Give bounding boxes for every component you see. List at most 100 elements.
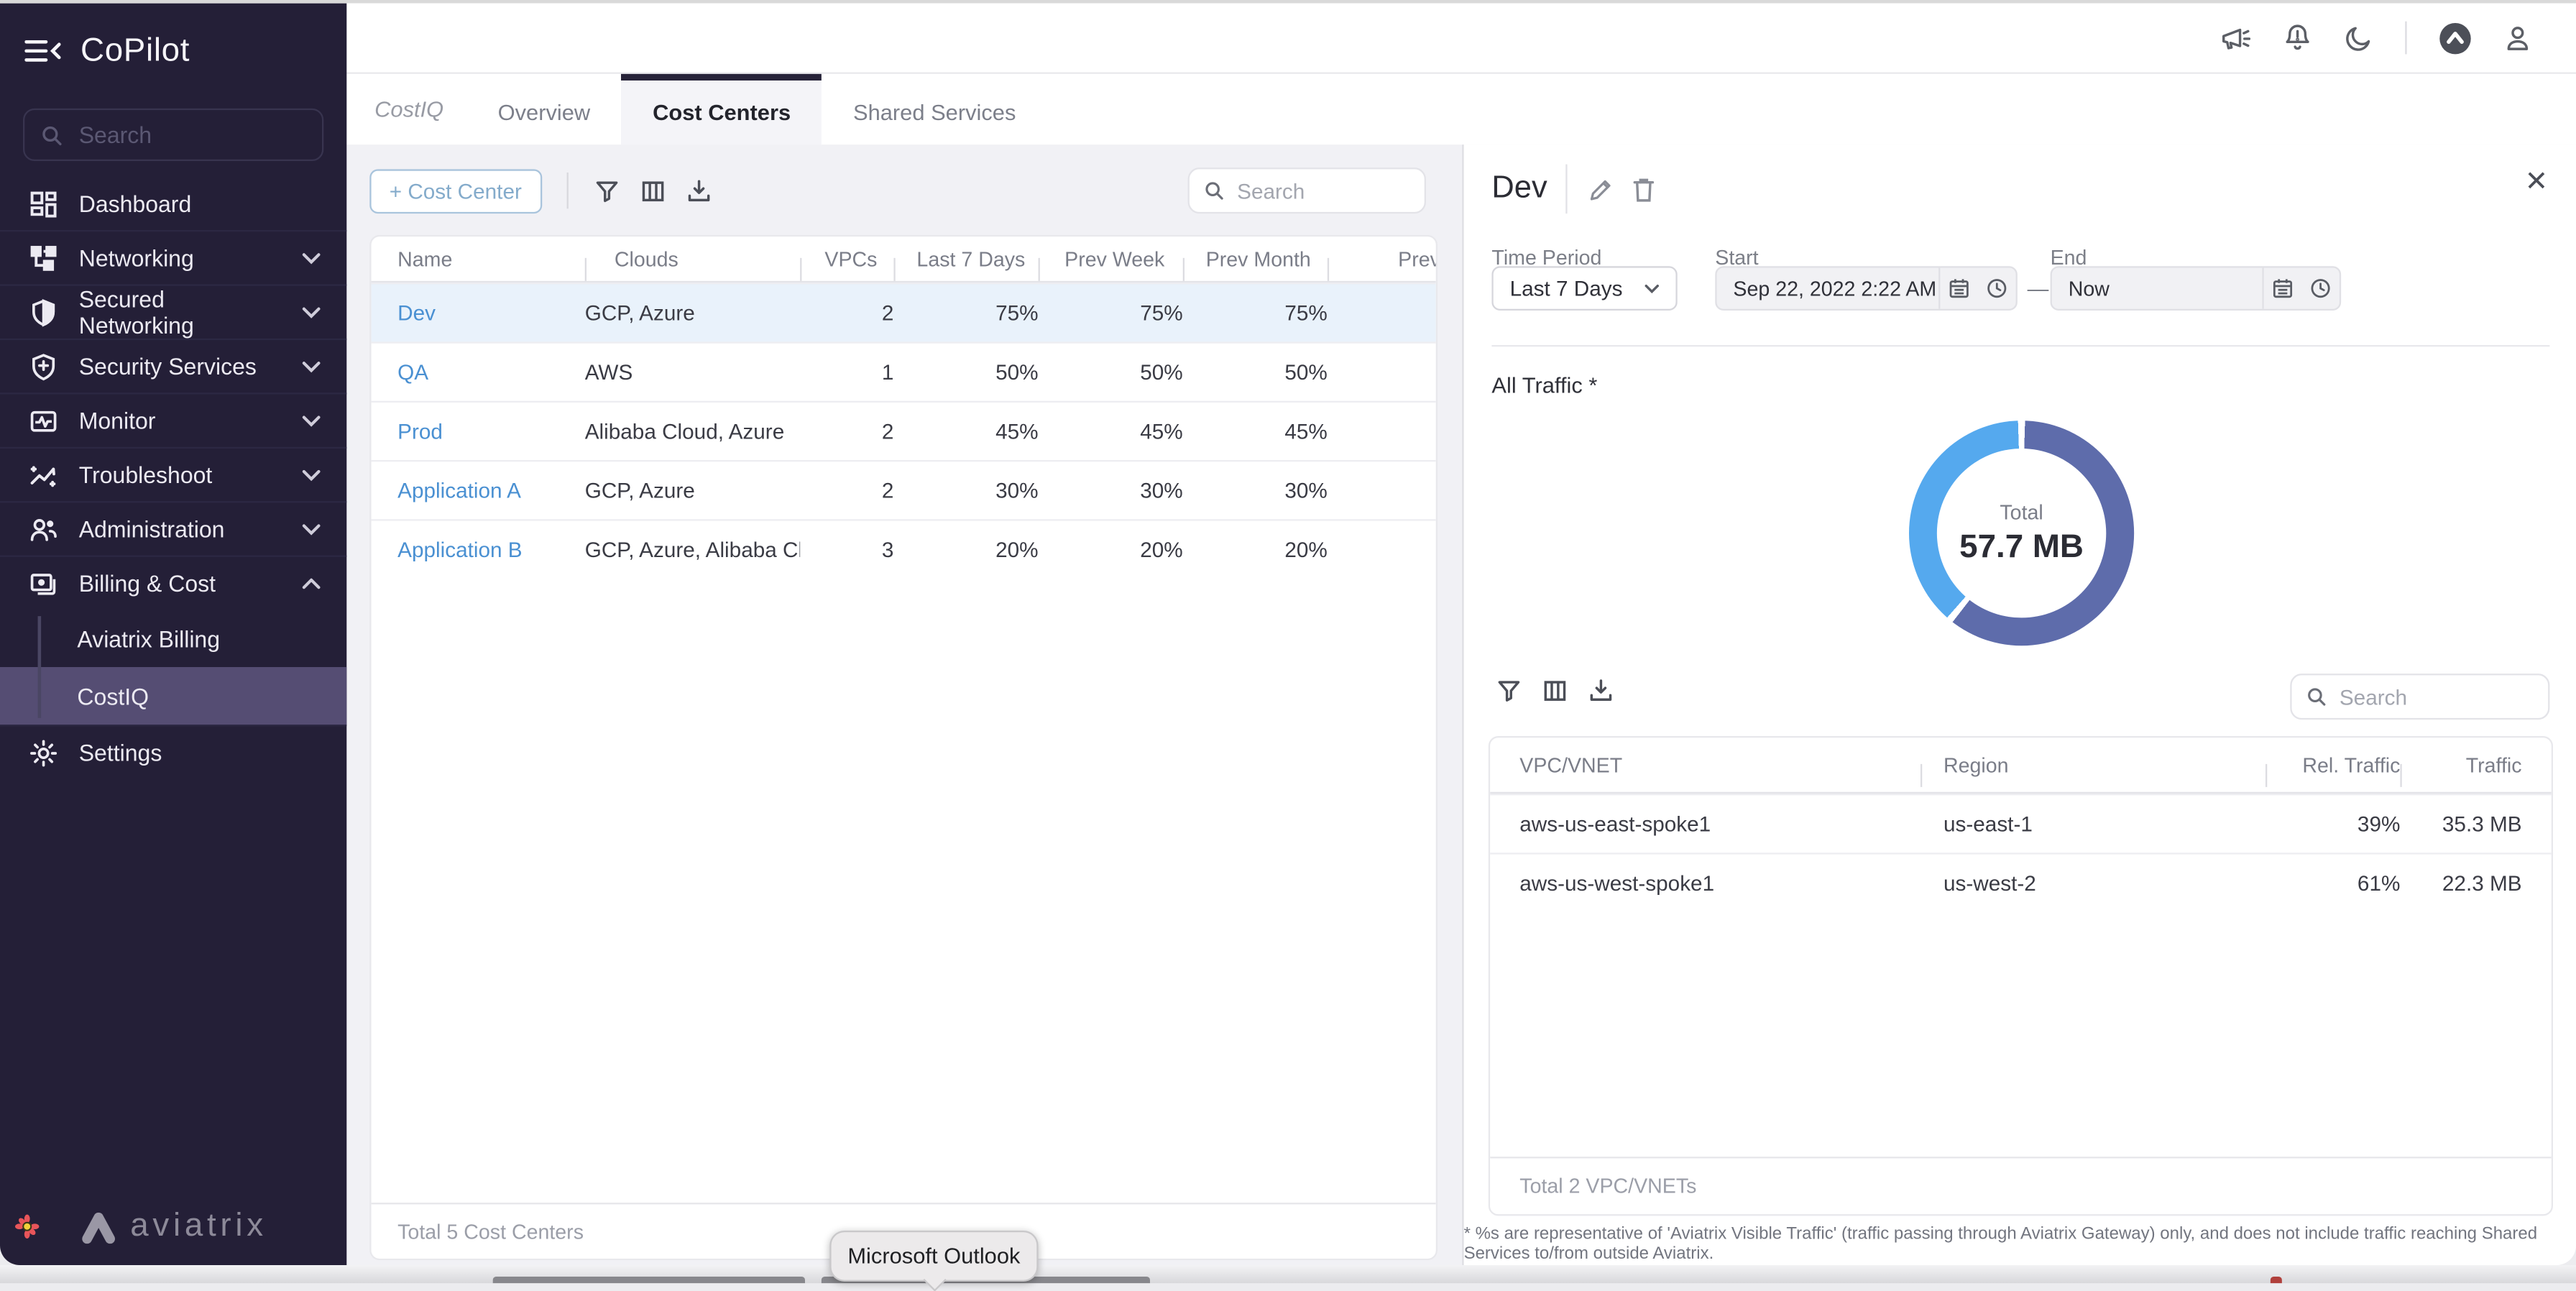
- column-header-name[interactable]: Name: [372, 247, 585, 270]
- cell-clouds: GCP, Azure, Alibaba Cloud: [585, 537, 800, 561]
- cell-last-7-days: 45%: [893, 419, 1038, 444]
- cost-centers-table: Name Clouds VPCs Last 7 Days Prev Week P…: [369, 235, 1438, 1260]
- cost-center-link[interactable]: Application B: [372, 537, 585, 561]
- donut-total-label: Total: [2000, 500, 2043, 523]
- table-row[interactable]: Prod Alibaba Cloud, Azure 2 45% 45% 45%: [372, 401, 1436, 460]
- column-header-vpcs[interactable]: VPCs: [800, 247, 893, 270]
- cost-center-link[interactable]: Dev: [372, 300, 585, 325]
- sidebar-item-secured-networking[interactable]: Secured Networking: [0, 284, 346, 338]
- sidebar-collapse-icon[interactable]: [24, 38, 60, 65]
- end-datetime-field[interactable]: Now: [2051, 266, 2342, 311]
- add-cost-center-button[interactable]: + Cost Center: [369, 168, 541, 213]
- column-header-traffic[interactable]: Traffic: [2400, 753, 2521, 776]
- column-header-vpc-vnet[interactable]: VPC/VNET: [1490, 753, 1920, 776]
- download-icon[interactable]: [1588, 679, 1613, 703]
- table-row[interactable]: Application A GCP, Azure 2 30% 30% 30%: [372, 460, 1436, 519]
- time-period-value: Last 7 Days: [1510, 276, 1623, 300]
- column-header-prev-month[interactable]: Prev Month: [1183, 247, 1328, 270]
- cost-center-link[interactable]: Application A: [372, 478, 585, 502]
- table-row[interactable]: Dev GCP, Azure 2 75% 75% 75%: [372, 282, 1436, 341]
- cost-centers-search[interactable]: [1188, 167, 1426, 213]
- cost-centers-search-input[interactable]: [1234, 177, 1410, 205]
- sidebar-item-security-services[interactable]: Security Services: [0, 339, 346, 392]
- section-divider: [1491, 345, 2549, 346]
- toolbar-divider: [566, 173, 568, 208]
- tab-label: Shared Services: [853, 100, 1016, 124]
- calendar-icon[interactable]: [2264, 277, 2302, 299]
- vpc-search-input[interactable]: [2336, 683, 2533, 711]
- sidebar-item-label: Monitor: [79, 408, 281, 434]
- tab-cost-centers[interactable]: Cost Centers: [622, 74, 822, 144]
- range-separator: —: [2028, 276, 2049, 300]
- sidebar-item-monitor[interactable]: Monitor: [0, 392, 346, 446]
- filter-funnel-icon[interactable]: [1496, 679, 1521, 703]
- cost-center-link[interactable]: Prod: [372, 419, 585, 444]
- cell-prev-month: 75%: [1183, 300, 1328, 325]
- chevron-down-icon: [1644, 283, 1660, 293]
- table-row[interactable]: QA AWS 1 50% 50% 50%: [372, 341, 1436, 400]
- column-header-prev-week[interactable]: Prev Week: [1039, 247, 1183, 270]
- trend-sparkle-icon: [29, 461, 58, 489]
- cost-center-link[interactable]: QA: [372, 360, 585, 385]
- cell-prev-week: 45%: [1039, 419, 1183, 444]
- columns-icon[interactable]: [1542, 679, 1567, 703]
- clock-icon[interactable]: [2301, 277, 2340, 299]
- download-icon[interactable]: [686, 178, 710, 203]
- column-header-prev[interactable]: Prev: [1328, 247, 1438, 270]
- column-header-clouds[interactable]: Clouds: [585, 247, 800, 270]
- cell-prev-month: 20%: [1183, 537, 1328, 561]
- announcements-icon[interactable]: [2221, 24, 2250, 52]
- cell-prev-month: 30%: [1183, 478, 1328, 502]
- column-header-region[interactable]: Region: [1920, 753, 2266, 776]
- sidebar-subitem-costiq[interactable]: CostIQ: [0, 667, 346, 725]
- delete-trash-icon[interactable]: [1632, 176, 1656, 204]
- sidebar-item-label: Administration: [79, 516, 281, 543]
- screen: CoPilot Dashboard Networking: [0, 0, 2576, 1284]
- edit-pencil-icon[interactable]: [1587, 178, 1614, 204]
- tabbar-section-label: CostIQ: [374, 97, 466, 121]
- donut-total-value: 57.7 MB: [1959, 528, 2084, 566]
- sidebar-subitem-aviatrix-billing[interactable]: Aviatrix Billing: [0, 610, 346, 667]
- app-title: CoPilot: [80, 32, 190, 70]
- dark-mode-moon-icon[interactable]: [2345, 24, 2373, 52]
- close-icon[interactable]: ✕: [2525, 167, 2549, 196]
- tab-shared-services[interactable]: Shared Services: [822, 74, 1047, 144]
- chevron-down-icon: [303, 523, 321, 535]
- start-datetime-field[interactable]: Sep 22, 2022 2:22 AM: [1715, 266, 2018, 311]
- sidebar-search[interactable]: [23, 109, 323, 161]
- table-row[interactable]: Application B GCP, Azure, Alibaba Cloud …: [372, 519, 1436, 578]
- table-row[interactable]: aws-us-east-spoke1 us-east-1 39% 35.3 MB: [1490, 794, 2552, 853]
- sidebar-item-label: Settings: [79, 740, 347, 766]
- time-period-select[interactable]: Last 7 Days: [1491, 266, 1677, 311]
- clock-icon[interactable]: [1978, 277, 2016, 299]
- sidebar-item-settings[interactable]: Settings: [0, 725, 346, 778]
- vpc-search[interactable]: [2290, 674, 2549, 720]
- column-header-rel-traffic[interactable]: Rel. Traffic: [2266, 753, 2400, 776]
- aviatrix-avatar-icon[interactable]: [2439, 22, 2470, 53]
- cell-traffic: 35.3 MB: [2400, 812, 2521, 836]
- table-row[interactable]: aws-us-west-spoke1 us-west-2 61% 22.3 MB: [1490, 853, 2552, 911]
- user-profile-icon[interactable]: [2503, 24, 2531, 52]
- sidebar-item-networking[interactable]: Networking: [0, 230, 346, 284]
- column-header-last-7-days[interactable]: Last 7 Days: [893, 247, 1038, 270]
- cell-prev-week: 20%: [1039, 537, 1183, 561]
- cell-rel-traffic: 39%: [2266, 812, 2400, 836]
- sidebar-search-input[interactable]: [75, 120, 305, 150]
- sidebar-item-dashboard[interactable]: Dashboard: [0, 178, 346, 230]
- sidebar-item-label: Networking: [79, 245, 281, 272]
- tab-overview[interactable]: Overview: [466, 74, 621, 144]
- chevron-down-icon: [303, 306, 321, 318]
- sidebar-item-billing-cost[interactable]: Billing & Cost: [0, 556, 346, 610]
- search-icon: [1204, 180, 1223, 200]
- columns-icon[interactable]: [640, 178, 664, 203]
- sidebar-item-administration[interactable]: Administration: [0, 501, 346, 555]
- users-icon: [29, 515, 58, 543]
- calendar-icon[interactable]: [1940, 277, 1978, 299]
- notifications-bell-icon[interactable]: [2283, 23, 2312, 52]
- dock-icon-sliver[interactable]: [2271, 1277, 2282, 1284]
- cell-prev-week: 50%: [1039, 360, 1183, 385]
- dock-icon-sliver[interactable]: [493, 1277, 805, 1284]
- filter-funnel-icon[interactable]: [594, 178, 618, 203]
- sidebar-item-troubleshoot[interactable]: Troubleshoot: [0, 447, 346, 501]
- detail-title: Dev: [1491, 171, 1547, 207]
